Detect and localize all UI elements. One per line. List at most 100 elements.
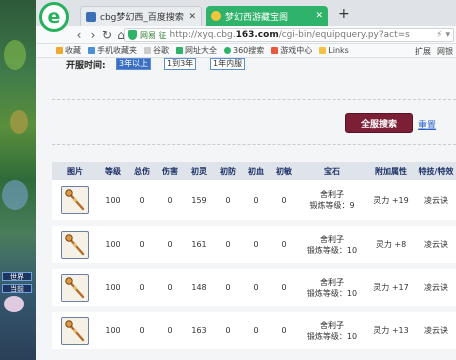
gem-cell: 舍利子 锻炼等级：10 [298,266,366,312]
attribute-cell: 灵力 +17 [366,266,416,312]
level-cell: 100 [98,266,128,312]
attribute-cell: 灵力 +13 [366,309,416,355]
value-cell: 0 [242,266,270,312]
phone-icon [88,47,95,54]
folder-icon [319,47,327,54]
value-cell: 0 [270,223,298,269]
value-cell: 0 [270,180,298,226]
open-time-option[interactable]: 1年内服 [210,58,246,70]
column-header[interactable]: 总伤 [128,162,156,180]
value-cell: 0 [214,180,242,226]
table-row[interactable]: 100 0 0 161 0 0 0 舍利子 锻炼等级：10 灵力 +8 凌云诀 [52,223,456,269]
bookmark-item[interactable]: 手机收藏夹 [88,45,137,56]
bookmark-item[interactable]: 360搜索 [224,45,264,56]
table-row[interactable]: 100 0 0 159 0 0 0 舍利子 锻炼等级：9 灵力 +19 凌云诀 [52,180,456,226]
value-cell: 0 [270,309,298,355]
bookmark-item[interactable]: Links [319,46,349,55]
star-icon [56,47,63,54]
gem-name: 舍利子 [320,277,344,287]
table-row[interactable]: 100 0 0 163 0 0 0 舍利子 锻炼等级：10 灵力 +13 凌云诀 [52,309,456,355]
level-cell: 100 [98,180,128,226]
skill-cell: 凌云诀 [416,266,456,312]
value-cell: 148 [184,266,214,312]
value-cell: 0 [214,266,242,312]
column-header[interactable]: 等级 [98,162,128,180]
translate-icon[interactable]: ⚡ [436,30,442,40]
table-row[interactable]: 100 0 0 148 0 0 0 舍利子 锻炼等级：10 灵力 +17 凌云诀 [52,266,456,312]
value-cell: 0 [128,266,156,312]
bookmark-item[interactable]: 谷歌 [144,45,169,56]
skill-cell: 凌云诀 [416,309,456,355]
column-header[interactable]: 伤害 [156,162,184,180]
value-cell: 163 [184,309,214,355]
staff-item-icon[interactable] [61,316,89,345]
globe-icon [176,47,183,54]
new-tab-button[interactable]: + [338,6,350,22]
value-cell: 0 [156,266,184,312]
staff-item-icon[interactable] [61,186,89,214]
value-cell: 0 [242,309,270,355]
open-time-option[interactable]: 3年以上 [116,58,152,70]
extensions-button[interactable]: 扩展 [415,46,431,57]
tab-title: 梦幻西游藏宝阁 [225,12,289,23]
bookmark-favorites[interactable]: 收藏 [56,45,81,56]
gem-cell: 舍利子 锻炼等级：10 [298,223,366,269]
value-cell: 0 [156,180,184,226]
gem-level: 锻炼等级：10 [306,288,358,298]
level-cell: 100 [98,223,128,269]
page-content: 开服时间: 3年以上 1到3年 1年内服 全服搜索 重置 图片 等级 总伤 伤害… [36,58,456,360]
address-bar[interactable]: 网易 征 http://xyq.cbg.163.com/cgi-bin/equi… [124,28,454,42]
tab-cbg[interactable]: 梦幻西游藏宝阁 ✕ [206,6,328,26]
column-header: 附加属性 [366,162,416,180]
open-time-option[interactable]: 1到3年 [164,58,197,70]
back-button[interactable]: ‹ [72,28,86,42]
skill-cell: 凌云诀 [416,180,456,226]
game-hud-label[interactable]: 当前 [2,284,32,293]
value-cell: 161 [184,223,214,269]
chevron-down-icon[interactable]: ▾ [445,30,450,40]
attribute-cell: 灵力 +8 [366,223,416,269]
column-header[interactable]: 初防 [214,162,242,180]
staff-item-icon[interactable] [61,273,89,302]
cbg-favicon-icon [211,11,221,21]
results-table: 图片 等级 总伤 伤害 初灵 初防 初血 初敏 宝石 附加属性 特技/特效 10… [52,162,456,355]
game-hud-label[interactable]: 世界 [2,272,32,281]
bookmark-item[interactable]: 网址大全 [176,45,217,56]
reload-button[interactable]: ↻ [100,28,114,42]
value-cell: 0 [242,180,270,226]
gem-level: 锻炼等级：10 [306,331,358,341]
gem-name: 舍利子 [320,190,344,199]
reset-link[interactable]: 重置 [418,118,436,131]
search-all-servers-button[interactable]: 全服搜索 [345,113,413,133]
tab-baidu-search[interactable]: cbg梦幻西_百度搜索 ✕ [80,6,202,26]
close-icon[interactable]: ✕ [315,11,323,21]
gem-name: 舍利子 [320,320,344,330]
value-cell: 0 [128,223,156,269]
value-cell: 0 [156,223,184,269]
forward-button[interactable]: › [86,28,100,42]
gem-level: 锻炼等级：9 [309,201,355,210]
filter-panel: 开服时间: 3年以上 1到3年 1年内服 [52,58,456,100]
url-text: http://xyq.cbg.163.com/cgi-bin/equipquer… [169,30,410,40]
navigation-bar: ‹ › ↻ ⌂ 网易 征 http://xyq.cbg.163.com/cgi-… [36,26,456,44]
level-cell: 100 [98,309,128,355]
game-pet-icon [4,296,24,312]
column-header: 图片 [52,162,98,180]
game-window-strip: 世界 当前 [0,0,36,360]
security-shield-icon [128,30,137,40]
browser-logo-icon[interactable]: e [39,2,69,32]
bank-button[interactable]: 网银 [437,46,453,57]
value-cell: 0 [128,309,156,355]
value-cell: 0 [242,223,270,269]
close-icon[interactable]: ✕ [188,12,196,22]
staff-item-icon[interactable] [61,230,89,259]
divider [52,144,456,145]
open-time-label: 开服时间: [66,61,106,71]
page-icon [144,47,151,54]
gem-level: 锻炼等级：10 [306,245,358,255]
column-header[interactable]: 初血 [242,162,270,180]
table-header-row: 图片 等级 总伤 伤害 初灵 初防 初血 初敏 宝石 附加属性 特技/特效 [52,162,456,180]
column-header[interactable]: 初敏 [270,162,298,180]
column-header[interactable]: 初灵 [184,162,214,180]
bookmark-item[interactable]: 游戏中心 [271,45,312,56]
